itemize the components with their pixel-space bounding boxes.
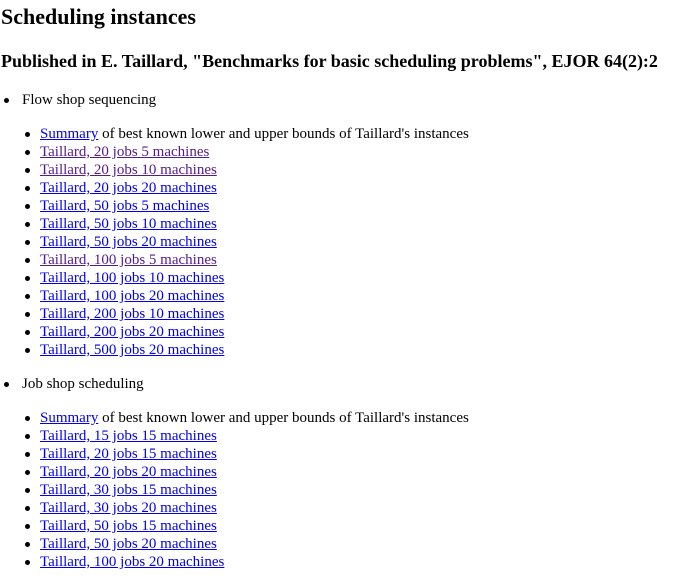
bullet-icon <box>25 434 30 439</box>
bullet-icon <box>25 204 30 209</box>
instance-link[interactable]: Taillard, 30 jobs 20 machines <box>40 500 217 516</box>
summary-description: of best known lower and upper bounds of … <box>98 126 469 142</box>
bullet-icon <box>25 240 30 245</box>
instance-link[interactable]: Taillard, 100 jobs 20 machines <box>40 288 224 304</box>
flow-shop-heading: Flow shop sequencing <box>22 92 157 108</box>
bullet-icon <box>4 382 9 387</box>
list-item: Taillard, 15 jobs 15 machines <box>0 427 469 445</box>
instance-link[interactable]: Taillard, 20 jobs 15 machines <box>40 446 217 462</box>
instance-link[interactable]: Taillard, 15 jobs 15 machines <box>40 428 217 444</box>
job-shop-heading: Job shop scheduling <box>22 376 144 392</box>
bullet-icon <box>25 470 30 475</box>
instance-link[interactable]: Taillard, 50 jobs 5 machines <box>40 198 209 214</box>
list-item: Taillard, 100 jobs 5 machines <box>0 251 469 269</box>
bullet-icon <box>25 258 30 263</box>
bullet-icon <box>25 132 30 137</box>
instance-link[interactable]: Taillard, 30 jobs 15 machines <box>40 482 217 498</box>
list-item: Taillard, 20 jobs 10 machines <box>0 161 469 179</box>
page-title: Scheduling instances <box>1 4 196 29</box>
job-shop-summary-link[interactable]: Summary <box>40 410 98 426</box>
list-item: Taillard, 30 jobs 15 machines <box>0 481 469 499</box>
list-item: Taillard, 200 jobs 10 machines <box>0 305 469 323</box>
bullet-icon <box>25 222 30 227</box>
instance-link[interactable]: Taillard, 50 jobs 20 machines <box>40 536 217 552</box>
bullet-icon <box>25 416 30 421</box>
list-item: Taillard, 20 jobs 20 machines <box>0 463 469 481</box>
list-item: Taillard, 20 jobs 5 machines <box>0 143 469 161</box>
bullet-icon <box>25 452 30 457</box>
flow-shop-summary-link[interactable]: Summary <box>40 126 98 142</box>
instance-link[interactable]: Taillard, 50 jobs 15 machines <box>40 518 217 534</box>
bullet-icon <box>25 330 30 335</box>
flow-shop-instance-list: Taillard, 20 jobs 5 machines Taillard, 20… <box>0 143 469 359</box>
list-item: Taillard, 50 jobs 20 machines <box>0 535 469 553</box>
flow-shop-heading-item: Flow shop sequencing <box>0 91 469 109</box>
list-item: Taillard, 200 jobs 20 machines <box>0 323 469 341</box>
bullet-icon <box>25 348 30 353</box>
flow-shop-list: Summary of best known lower and upper bo… <box>0 125 469 143</box>
page-subtitle: Published in E. Taillard, "Benchmarks fo… <box>1 51 658 71</box>
list-item: Taillard, 20 jobs 15 machines <box>0 445 469 463</box>
job-shop-section: Job shop scheduling Summary of best know… <box>0 375 469 571</box>
list-item: Taillard, 100 jobs 20 machines <box>0 553 469 571</box>
list-item: Taillard, 50 jobs 5 machines <box>0 197 469 215</box>
instance-link[interactable]: Taillard, 500 jobs 20 machines <box>40 342 224 358</box>
instance-link[interactable]: Taillard, 100 jobs 5 machines <box>40 252 217 268</box>
list-item: Taillard, 30 jobs 20 machines <box>0 499 469 517</box>
list-item: Taillard, 100 jobs 20 machines <box>0 287 469 305</box>
bullet-icon <box>25 488 30 493</box>
bullet-icon <box>4 98 9 103</box>
instance-link[interactable]: Taillard, 20 jobs 5 machines <box>40 144 209 160</box>
instance-link[interactable]: Taillard, 200 jobs 10 machines <box>40 306 224 322</box>
bullet-icon <box>25 186 30 191</box>
bullet-icon <box>25 168 30 173</box>
job-shop-instance-list: Taillard, 15 jobs 15 machines Taillard, 2… <box>0 427 469 571</box>
instance-link[interactable]: Taillard, 20 jobs 20 machines <box>40 464 217 480</box>
instance-link[interactable]: Taillard, 20 jobs 10 machines <box>40 162 217 178</box>
instance-link[interactable]: Taillard, 50 jobs 10 machines <box>40 216 217 232</box>
summary-description: of best known lower and upper bounds of … <box>98 410 469 426</box>
bullet-icon <box>25 294 30 299</box>
job-shop-heading-item: Job shop scheduling <box>0 375 469 393</box>
bullet-icon <box>25 276 30 281</box>
flow-shop-section: Flow shop sequencing Summary of best kno… <box>0 91 469 359</box>
list-item: Taillard, 500 jobs 20 machines <box>0 341 469 359</box>
list-item: Summary of best known lower and upper bo… <box>0 409 469 427</box>
list-item: Summary of best known lower and upper bo… <box>0 125 469 143</box>
bullet-icon <box>25 506 30 511</box>
bullet-icon <box>25 542 30 547</box>
instance-link[interactable]: Taillard, 100 jobs 10 machines <box>40 270 224 286</box>
bullet-icon <box>25 560 30 565</box>
list-item: Taillard, 50 jobs 10 machines <box>0 215 469 233</box>
bullet-icon <box>25 150 30 155</box>
bullet-icon <box>25 312 30 317</box>
instance-link[interactable]: Taillard, 100 jobs 20 machines <box>40 554 224 570</box>
list-item: Taillard, 50 jobs 15 machines <box>0 517 469 535</box>
list-item: Taillard, 50 jobs 20 machines <box>0 233 469 251</box>
list-item: Taillard, 20 jobs 20 machines <box>0 179 469 197</box>
bullet-icon <box>25 524 30 529</box>
instance-link[interactable]: Taillard, 50 jobs 20 machines <box>40 234 217 250</box>
job-shop-list: Summary of best known lower and upper bo… <box>0 409 469 427</box>
list-item: Taillard, 100 jobs 10 machines <box>0 269 469 287</box>
instance-link[interactable]: Taillard, 200 jobs 20 machines <box>40 324 224 340</box>
instance-link[interactable]: Taillard, 20 jobs 20 machines <box>40 180 217 196</box>
